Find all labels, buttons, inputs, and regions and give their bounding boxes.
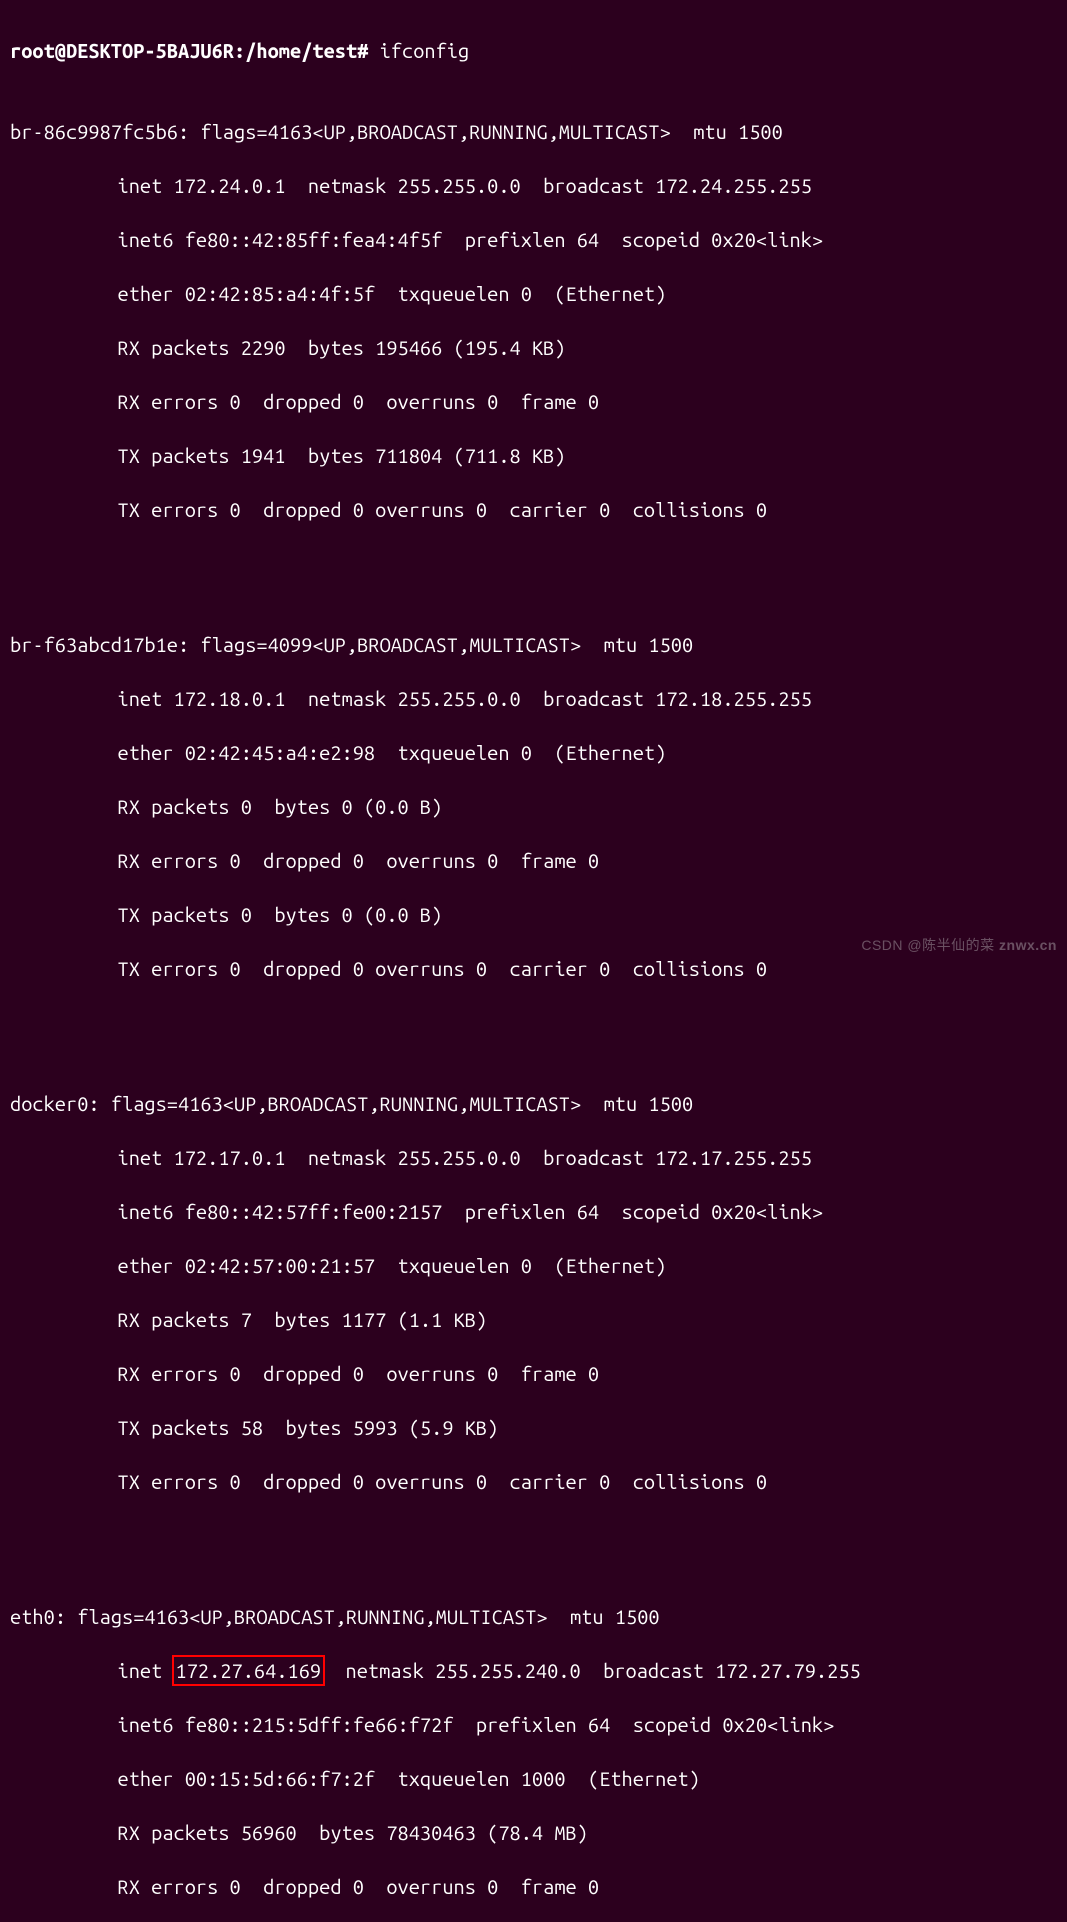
iface-line: RX errors 0 dropped 0 overruns 0 frame 0 [10,1360,1057,1387]
iface-line: inet6 fe80::215:5dff:fe66:f72f prefixlen… [10,1711,1057,1738]
iface-line: RX packets 7 bytes 1177 (1.1 KB) [10,1306,1057,1333]
iface-line: RX packets 2290 bytes 195466 (195.4 KB) [10,334,1057,361]
iface-line: RX errors 0 dropped 0 overruns 0 frame 0 [10,1873,1057,1900]
iface-line: TX errors 0 dropped 0 overruns 0 carrier… [10,496,1057,523]
iface-line: TX errors 0 dropped 0 overruns 0 carrier… [10,1468,1057,1495]
iface-header: eth0: flags=4163<UP,BROADCAST,RUNNING,MU… [10,1603,1057,1630]
iface-line: ether 02:42:45:a4:e2:98 txqueuelen 0 (Et… [10,739,1057,766]
iface-line: TX packets 58 bytes 5993 (5.9 KB) [10,1414,1057,1441]
iface-line: ether 02:42:57:00:21:57 txqueuelen 0 (Et… [10,1252,1057,1279]
iface-line: RX errors 0 dropped 0 overruns 0 frame 0 [10,847,1057,874]
iface-line: RX packets 0 bytes 0 (0.0 B) [10,793,1057,820]
iface-line: TX packets 1941 bytes 711804 (711.8 KB) [10,442,1057,469]
iface-header: br-f63abcd17b1e: flags=4099<UP,BROADCAST… [10,631,1057,658]
prompt-user-host: root@DESKTOP-5BAJU6R [10,39,234,62]
iface-line: RX packets 56960 bytes 78430463 (78.4 MB… [10,1819,1057,1846]
blank-line [10,550,1057,577]
prompt-line: root@DESKTOP-5BAJU6R:/home/test# ifconfi… [10,37,1057,64]
iface-line: TX errors 0 dropped 0 overruns 0 carrier… [10,955,1057,982]
blank-line [10,1009,1057,1036]
iface-line-inet: inet 172.27.64.169 netmask 255.255.240.0… [10,1657,1057,1684]
iface-line: ether 00:15:5d:66:f7:2f txqueuelen 1000 … [10,1765,1057,1792]
iface-line: inet 172.18.0.1 netmask 255.255.0.0 broa… [10,685,1057,712]
blank-line [10,1522,1057,1549]
iface-line: inet 172.17.0.1 netmask 255.255.0.0 broa… [10,1144,1057,1171]
prompt-path: :/home/test# [234,39,368,62]
iface-line: inet 172.24.0.1 netmask 255.255.0.0 broa… [10,172,1057,199]
iface-header: br-86c9987fc5b6: flags=4163<UP,BROADCAST… [10,118,1057,145]
iface-line: inet6 fe80::42:85ff:fea4:4f5f prefixlen … [10,226,1057,253]
iface-line: ether 02:42:85:a4:4f:5f txqueuelen 0 (Et… [10,280,1057,307]
iface-line: TX packets 0 bytes 0 (0.0 B) [10,901,1057,928]
highlighted-ip: 172.27.64.169 [172,1655,326,1686]
iface-header: docker0: flags=4163<UP,BROADCAST,RUNNING… [10,1090,1057,1117]
iface-line: RX errors 0 dropped 0 overruns 0 frame 0 [10,388,1057,415]
command-text: ifconfig [380,39,470,62]
terminal-output[interactable]: root@DESKTOP-5BAJU6R:/home/test# ifconfi… [0,0,1067,1922]
iface-line: inet6 fe80::42:57ff:fe00:2157 prefixlen … [10,1198,1057,1225]
